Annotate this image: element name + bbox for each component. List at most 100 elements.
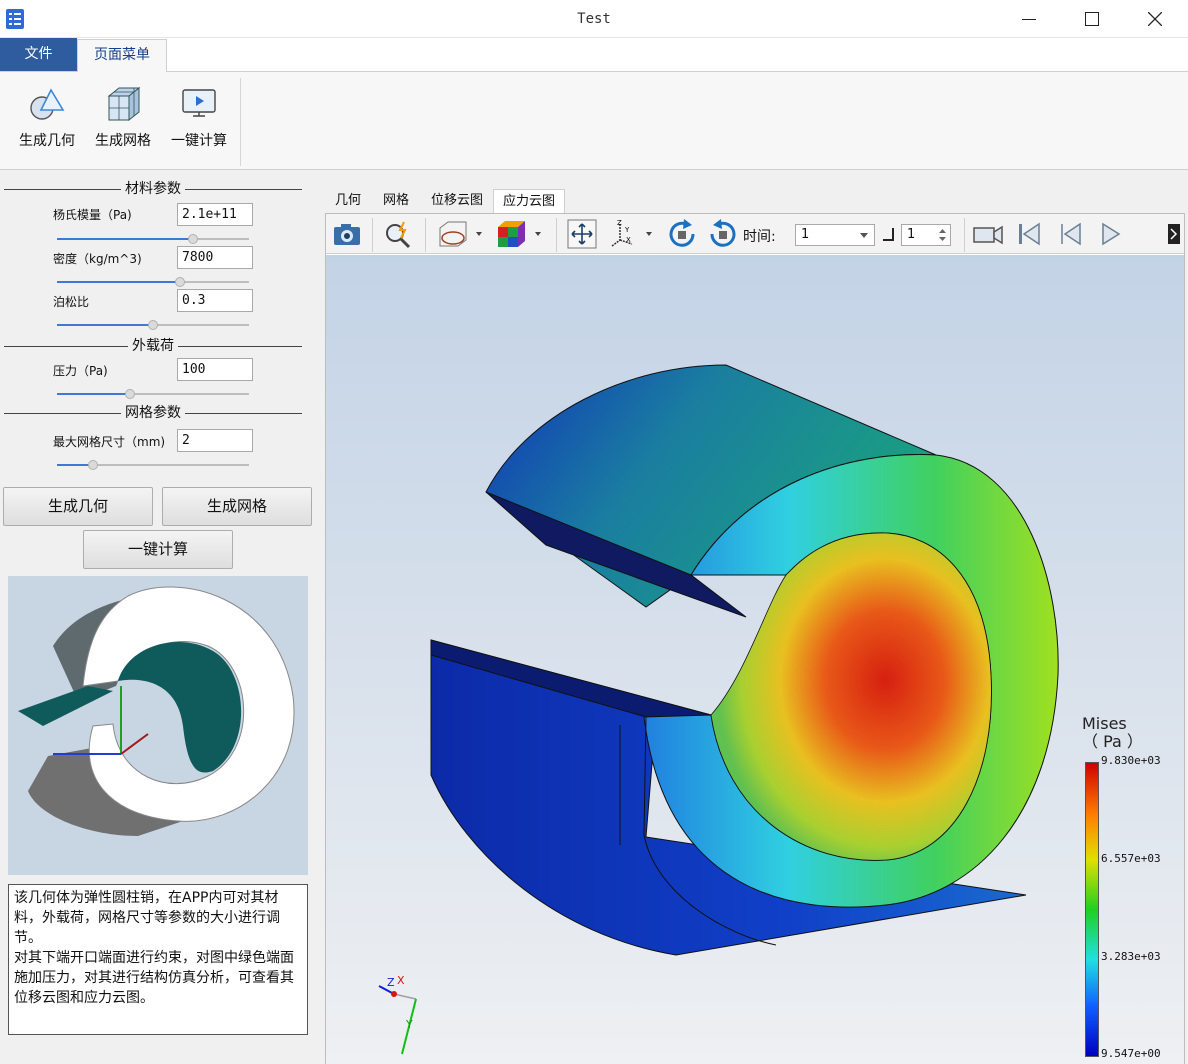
first-frame-button[interactable]: [1013, 218, 1045, 250]
geometry-preview-image: [8, 576, 308, 875]
description-paragraph-1: 该几何体为弹性圆柱销，在APP内可对其材料，外载荷，网格尺寸等参数的大小进行调节…: [14, 890, 280, 946]
minimize-button[interactable]: [998, 0, 1060, 38]
3d-viewport[interactable]: Z X Y: [326, 255, 1184, 1064]
ribbon-divider: [240, 78, 241, 166]
toolbar-divider: [964, 218, 965, 252]
poisson-ratio-slider[interactable]: [57, 320, 249, 330]
legend-tick-max: 9.830e+03: [1101, 754, 1161, 767]
legend-tick-min: 9.547e+00: [1101, 1047, 1161, 1060]
play-button[interactable]: [1095, 218, 1127, 250]
color-cube-icon: [498, 221, 541, 247]
rotate-ccw-button[interactable]: [707, 218, 739, 250]
chevron-down-icon: [860, 233, 868, 238]
overflow-icon: [1168, 224, 1180, 244]
step-marker-icon: [881, 226, 895, 246]
time-label: 时间:: [743, 229, 776, 245]
fit-view-icon: [567, 219, 597, 249]
step-spinbox[interactable]: 1: [901, 224, 951, 246]
rotate-cw-button[interactable]: [666, 218, 698, 250]
color-map-dropdown[interactable]: [495, 218, 545, 250]
svg-text:Z: Z: [617, 219, 622, 227]
time-select[interactable]: 1: [795, 224, 875, 246]
axis-triad: Z X Y: [374, 968, 434, 1058]
axis-z-label: Z: [387, 976, 395, 989]
max-mesh-size-input[interactable]: 2: [177, 429, 253, 452]
ribbon-geometry-label: 生成几何: [19, 133, 75, 149]
time-select-value: 1: [801, 227, 810, 242]
maximize-icon: [1085, 12, 1099, 26]
magnifier-icon: [386, 221, 411, 249]
toolbar-divider: [425, 218, 426, 252]
mesh-icon: [107, 86, 141, 122]
screenshot-button[interactable]: [331, 218, 363, 250]
legend-title: Mises （ Pa ）: [1082, 715, 1143, 751]
menu-file[interactable]: 文件: [0, 38, 77, 71]
close-icon: [1148, 12, 1162, 26]
step-back-icon: [1061, 222, 1081, 246]
legend-colorbar: [1085, 762, 1099, 1057]
legend-tick-2: 6.557e+03: [1101, 852, 1161, 865]
minimize-icon: [1022, 19, 1036, 20]
play-icon: [1102, 222, 1121, 246]
tab-mesh[interactable]: 网格: [376, 189, 416, 213]
spinner-icon: [939, 229, 946, 241]
skip-back-icon: [1019, 222, 1040, 246]
generate-mesh-button[interactable]: 生成网格: [162, 487, 312, 526]
youngs-modulus-input[interactable]: 2.1e+11: [177, 203, 253, 226]
previous-frame-button[interactable]: [1054, 218, 1086, 250]
label-poisson-ratio: 泊松比: [53, 295, 90, 309]
svg-text:Y: Y: [624, 226, 630, 234]
ribbon-mesh-label: 生成网格: [95, 133, 151, 149]
toolbar-divider: [556, 218, 557, 252]
pressure-input[interactable]: 100: [177, 358, 253, 381]
poisson-ratio-input[interactable]: 0.3: [177, 289, 253, 312]
density-input[interactable]: 7800: [177, 246, 253, 269]
pressure-slider[interactable]: [57, 389, 249, 399]
axes-icon: ZYX: [611, 219, 652, 247]
label-youngs-modulus: 杨氏模量（Pa): [53, 208, 132, 222]
label-pressure: 压力（Pa): [53, 364, 108, 378]
label-max-mesh-size: 最大网格尺寸（mm): [53, 435, 166, 449]
pick-button[interactable]: [382, 218, 414, 250]
tab-displacement[interactable]: 位移云图: [426, 189, 488, 213]
legend-tick-3: 3.283e+03: [1101, 950, 1161, 963]
section-material: 材料参数: [4, 180, 302, 198]
axis-x-label: X: [397, 974, 405, 987]
compute-button[interactable]: 一键计算: [83, 530, 233, 569]
video-camera-icon: [973, 225, 1003, 245]
compute-icon: [182, 89, 216, 117]
density-slider[interactable]: [57, 277, 249, 287]
toolbar-overflow-button[interactable]: [1166, 218, 1182, 250]
label-density: 密度（kg/m^3): [53, 252, 142, 266]
step-spinbox-value: 1: [907, 227, 916, 242]
tab-stress[interactable]: 应力云图: [493, 189, 565, 213]
axis-view-dropdown[interactable]: ZYX: [608, 218, 658, 250]
description-box: 该几何体为弹性圆柱销，在APP内可对其材料，外载荷，网格尺寸等参数的大小进行调节…: [8, 884, 308, 1035]
max-mesh-size-slider[interactable]: [57, 460, 249, 470]
generate-geometry-button[interactable]: 生成几何: [3, 487, 153, 526]
ribbon-generate-geometry-button[interactable]: 生成几何: [9, 80, 85, 166]
ribbon-generate-mesh-button[interactable]: 生成网格: [85, 80, 161, 166]
ribbon-compute-label: 一键计算: [171, 133, 227, 149]
menu-bar: [0, 38, 1188, 71]
fit-view-button[interactable]: [566, 218, 598, 250]
record-video-button[interactable]: [972, 218, 1004, 250]
close-button[interactable]: [1124, 0, 1186, 38]
display-mode-icon: [439, 221, 482, 247]
tab-geometry[interactable]: 几何: [328, 189, 368, 213]
ribbon-compute-button[interactable]: 一键计算: [161, 80, 237, 166]
legend-title-line2: （ Pa ）: [1082, 732, 1143, 751]
description-paragraph-2: 对其下端开口端面进行约束，对图中绿色端面施加压力，对其进行结构仿真分析，可查看其…: [14, 950, 294, 1006]
axis-y-label: Y: [405, 1018, 413, 1031]
geometry-icon: [30, 88, 65, 120]
stress-cloud-model: [430, 364, 1059, 956]
rotate-ccw-icon: [710, 219, 736, 247]
menu-page[interactable]: 页面菜单: [77, 39, 167, 72]
youngs-modulus-slider[interactable]: [57, 234, 249, 244]
display-mode-dropdown[interactable]: [436, 218, 486, 250]
toolbar-divider: [372, 218, 373, 252]
maximize-button[interactable]: [1061, 0, 1123, 38]
section-load: 外载荷: [4, 337, 302, 355]
rotate-cw-icon: [669, 219, 695, 247]
section-mesh: 网格参数: [4, 404, 302, 422]
